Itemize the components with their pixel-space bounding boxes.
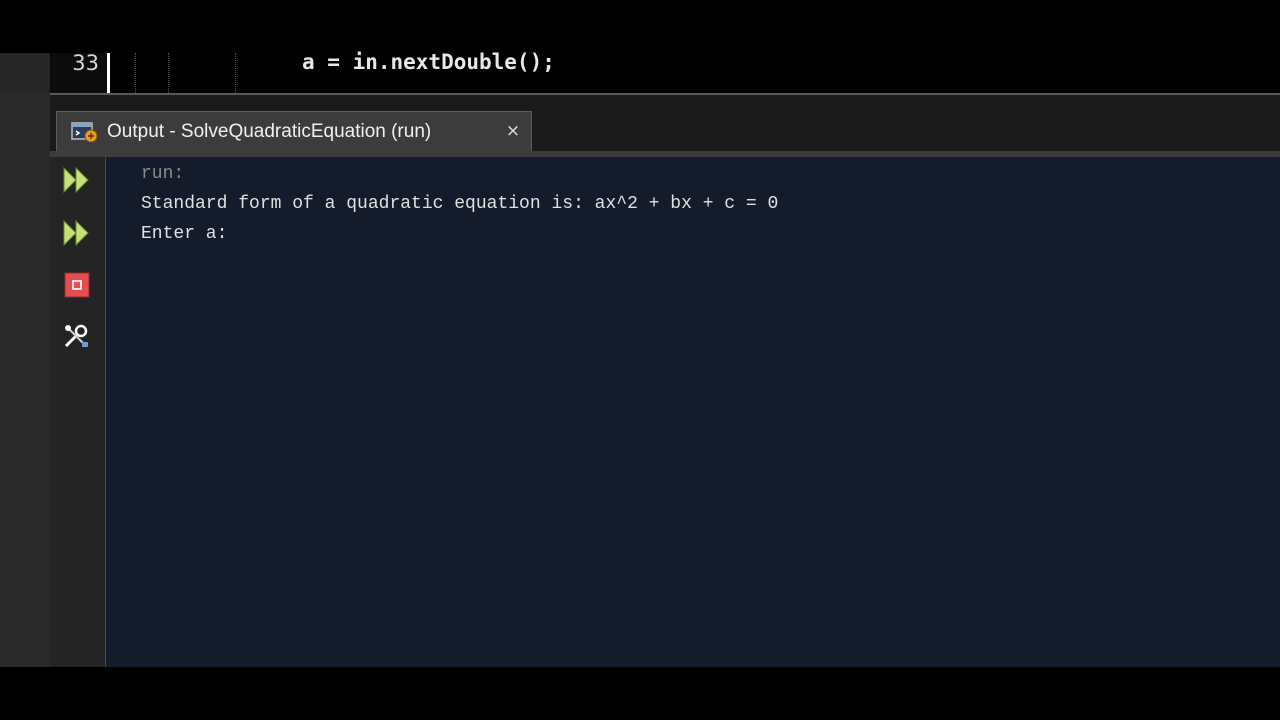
rerun-with-different-parameters-icon bbox=[63, 219, 89, 247]
code-line[interactable]: a = in.nextDouble(); bbox=[302, 52, 555, 73]
console-line-standard-form: Standard form of a quadratic equation is… bbox=[141, 194, 779, 214]
indent-guide bbox=[135, 53, 136, 93]
output-toolbar bbox=[50, 157, 106, 669]
close-icon[interactable]: × bbox=[503, 121, 523, 141]
console-output[interactable]: run: Standard form of a quadratic equati… bbox=[106, 157, 1280, 669]
indent-guide bbox=[168, 53, 169, 93]
code-editor[interactable]: 33 a = in.nextDouble(); bbox=[0, 52, 1280, 93]
rerun-icon bbox=[63, 166, 89, 194]
editor-side-gutter bbox=[0, 53, 50, 93]
tab-output-title: Output - SolveQuadraticEquation (run) bbox=[107, 120, 432, 142]
panel-side-gutter bbox=[0, 93, 50, 667]
line-number-gutter: 33 bbox=[50, 53, 110, 93]
indent-guide bbox=[235, 53, 236, 93]
console-line-enter-a: Enter a: bbox=[141, 224, 228, 244]
output-window-icon bbox=[71, 121, 99, 143]
rerun-button[interactable] bbox=[58, 161, 96, 199]
console-line-run: run: bbox=[141, 164, 185, 184]
tab-output[interactable]: Output - SolveQuadraticEquation (run) × bbox=[56, 111, 532, 151]
settings-button[interactable] bbox=[58, 317, 96, 355]
screen-frame: 33 a = in.nextDouble(); Output - SolveQu… bbox=[0, 0, 1280, 720]
settings-wrench-icon bbox=[64, 324, 88, 348]
rerun-with-different-parameters-button[interactable] bbox=[58, 214, 96, 252]
bottom-letterbox bbox=[0, 667, 1280, 720]
stop-icon bbox=[64, 272, 90, 298]
output-panel: Output - SolveQuadraticEquation (run) × bbox=[50, 93, 1280, 669]
line-number: 33 bbox=[72, 51, 99, 75]
stop-button[interactable] bbox=[58, 266, 96, 304]
output-tabbar: Output - SolveQuadraticEquation (run) × bbox=[50, 95, 1280, 153]
output-panel-container: Output - SolveQuadraticEquation (run) × bbox=[0, 93, 1280, 669]
